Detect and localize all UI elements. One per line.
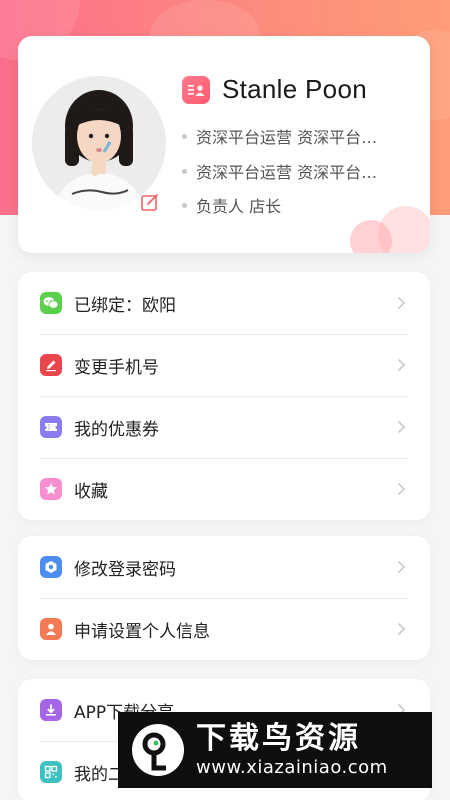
menu-item-wechat-binding[interactable]: 已绑定：欧阳 xyxy=(18,272,430,334)
menu-item-favorites[interactable]: 收藏 xyxy=(18,458,430,520)
chevron-right-icon xyxy=(397,296,406,310)
menu-label: 修改登录密码 xyxy=(74,559,176,580)
menu-item-coupons[interactable]: 我的优惠券 xyxy=(18,396,430,458)
watermark-banner: 下载鸟资源 www.xiazainiao.com xyxy=(118,712,432,788)
coupon-icon xyxy=(40,416,62,438)
lock-icon xyxy=(40,556,62,578)
avatar-photo xyxy=(32,76,166,210)
menu-item-change-phone[interactable]: 变更手机号 xyxy=(18,334,430,396)
menu-label: 变更手机号 xyxy=(74,357,159,378)
bullet-dot xyxy=(182,168,187,174)
info-text: 资深平台运营 资深平台运营 xyxy=(196,128,392,147)
menu-label: 我的优惠券 xyxy=(74,419,159,440)
bird-logo-icon xyxy=(132,724,184,776)
chevron-right-icon xyxy=(397,420,406,434)
id-card-icon xyxy=(182,75,210,104)
person-icon xyxy=(40,618,62,640)
name-row: Stanle Poon xyxy=(182,74,367,105)
menu-label: 申请设置个人信息 xyxy=(74,621,210,642)
edit-icon xyxy=(40,354,62,376)
edit-avatar-icon[interactable] xyxy=(140,192,160,212)
profile-card: Stanle Poon 资深平台运营 资深平台运营 资深平台运营 资深平台运营 … xyxy=(18,36,430,253)
info-line-2: 资深平台运营 资深平台运营 xyxy=(182,159,392,183)
info-text: 负责人 店长 xyxy=(196,197,282,216)
menu-group-account: 已绑定：欧阳 变更手机号 我的优惠券 收藏 xyxy=(18,272,430,520)
menu-group-security: 修改登录密码 申请设置个人信息 xyxy=(18,536,430,660)
qrcode-icon xyxy=(40,761,62,783)
wechat-icon xyxy=(40,292,62,314)
decor-circle xyxy=(378,206,430,253)
menu-item-personal-info[interactable]: 申请设置个人信息 xyxy=(18,598,430,660)
info-line-3: 负责人 店长 xyxy=(182,193,392,217)
menu-label: 已绑定：欧阳 xyxy=(74,295,176,316)
watermark-url: www.xiazainiao.com xyxy=(196,757,388,778)
chevron-right-icon xyxy=(397,622,406,636)
menu-label: 收藏 xyxy=(74,481,108,502)
menu-item-change-password[interactable]: 修改登录密码 xyxy=(18,536,430,598)
chevron-right-icon xyxy=(397,482,406,496)
user-name: Stanle Poon xyxy=(222,74,367,104)
star-icon xyxy=(40,478,62,500)
bullet-dot xyxy=(182,202,187,208)
chevron-right-icon xyxy=(397,358,406,372)
chevron-right-icon xyxy=(397,560,406,574)
info-text: 资深平台运营 资深平台运营 xyxy=(196,163,392,182)
info-line-1: 资深平台运营 资深平台运营 xyxy=(182,124,392,148)
avatar[interactable] xyxy=(32,76,166,210)
watermark-title: 下载鸟资源 xyxy=(196,721,361,756)
bullet-dot xyxy=(182,133,187,139)
download-icon xyxy=(40,699,62,721)
